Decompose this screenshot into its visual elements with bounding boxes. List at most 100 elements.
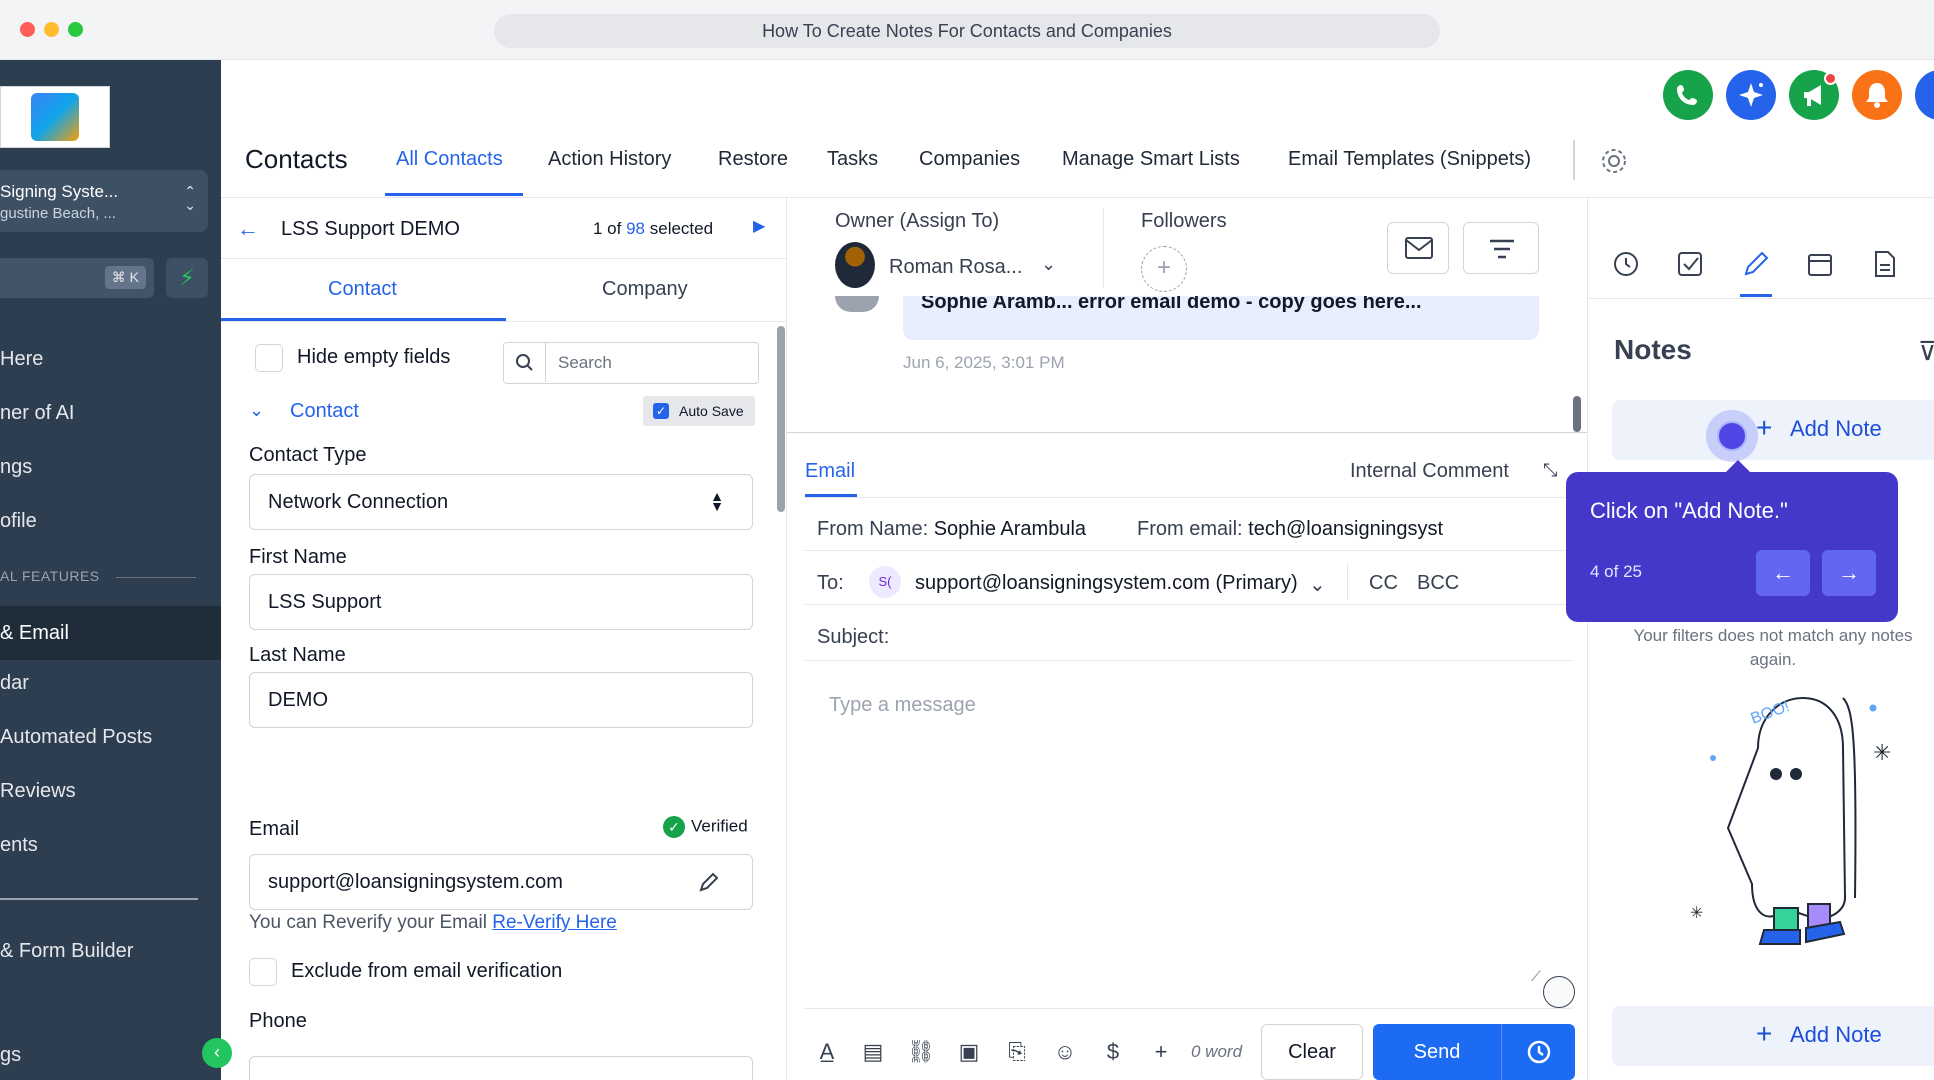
address-bar[interactable]: How To Create Notes For Contacts and Com… xyxy=(494,14,1440,48)
dollar-icon[interactable]: $ xyxy=(1099,1038,1127,1066)
tab-manage-smart-lists[interactable]: Manage Smart Lists xyxy=(1062,148,1240,171)
to-recipient[interactable]: support@loansigningsystem.com (Primary) xyxy=(915,572,1298,595)
resize-handle-icon[interactable]: ⟋ xyxy=(1531,968,1541,985)
sidebar-item-launchpad[interactable]: Here xyxy=(0,348,43,371)
chevron-down-icon[interactable]: ⌄ xyxy=(1041,254,1056,275)
filter-icon[interactable]: ⊽ xyxy=(1918,336,1934,367)
sidebar-item-ai[interactable]: ner of AI xyxy=(0,402,75,425)
subject-label: Subject: xyxy=(817,626,890,648)
autosave-toggle[interactable]: ✓ Auto Save xyxy=(643,396,755,426)
pencil-icon[interactable] xyxy=(696,869,722,895)
sidebar-item-profile[interactable]: ofile xyxy=(0,510,37,533)
section-title-contact[interactable]: Contact xyxy=(290,400,359,423)
message-bubble[interactable]: Sophie Aramb... error email demo - copy … xyxy=(903,296,1539,340)
sidebar-item-settings[interactable]: ngs xyxy=(0,456,32,479)
close-window-button[interactable] xyxy=(20,22,35,37)
document-icon[interactable] xyxy=(1868,248,1900,280)
send-button[interactable]: Send xyxy=(1373,1024,1501,1080)
tour-prev-button[interactable]: ← xyxy=(1756,550,1810,596)
checkbox-checked-icon: ✓ xyxy=(653,403,669,419)
tab-email-templates[interactable]: Email Templates (Snippets) xyxy=(1288,148,1531,171)
megaphone-icon[interactable] xyxy=(1789,70,1839,120)
schedule-send-button[interactable] xyxy=(1501,1024,1575,1080)
hide-empty-checkbox[interactable] xyxy=(255,344,283,372)
last-name-field[interactable]: DEMO xyxy=(249,672,753,728)
gear-icon[interactable] xyxy=(1599,146,1629,176)
sidebar-item-payments[interactable]: ents xyxy=(0,834,38,857)
add-note-button-top[interactable]: + Add Note xyxy=(1612,400,1934,460)
to-label: To: xyxy=(817,572,844,594)
from-name-value[interactable]: Sophie Arambula xyxy=(934,518,1086,540)
plus-icon[interactable]: + xyxy=(1147,1038,1175,1066)
sidebar-item-form-builder[interactable]: & Form Builder xyxy=(0,940,133,963)
emoji-icon[interactable]: ☺ xyxy=(1051,1038,1079,1066)
tour-next-button[interactable]: → xyxy=(1822,550,1876,596)
reverify-link[interactable]: Re-Verify Here xyxy=(492,912,617,933)
field-search-input[interactable]: Search xyxy=(503,342,759,384)
next-record-icon[interactable]: ▶ xyxy=(753,216,765,236)
quick-search-box[interactable]: ⌘ K xyxy=(0,258,154,298)
activity-history-icon[interactable] xyxy=(1610,248,1642,280)
back-arrow-icon[interactable]: ← xyxy=(237,216,259,242)
owner-name[interactable]: Roman Rosa... xyxy=(889,256,1022,279)
sidebar-item-automated-posts[interactable]: Automated Posts xyxy=(0,726,152,749)
assistant-bot-icon[interactable] xyxy=(1543,976,1575,1008)
bell-icon[interactable] xyxy=(1852,70,1902,120)
user-avatar-button[interactable] xyxy=(1915,70,1934,120)
contact-type-select[interactable]: Network Connection ▲ ▼ xyxy=(249,474,753,530)
message-input[interactable]: Type a message xyxy=(829,694,976,717)
maximize-window-button[interactable] xyxy=(68,22,83,37)
notes-pencil-icon[interactable] xyxy=(1740,248,1772,280)
account-switcher[interactable]: Signing Syste... gustine Beach, ... ⌃ ⌄ xyxy=(0,170,208,232)
text-format-icon[interactable]: A̲ xyxy=(813,1038,841,1066)
sidebar-section-label: AL FEATURES xyxy=(0,568,100,584)
exclude-verification-checkbox[interactable] xyxy=(249,958,277,986)
image-icon[interactable]: ▣ xyxy=(955,1038,983,1066)
tab-restore[interactable]: Restore xyxy=(718,148,788,171)
from-email-value[interactable]: tech@loansigningsyst xyxy=(1248,518,1443,540)
email-value: support@loansigningsystem.com xyxy=(268,871,563,893)
tab-action-history[interactable]: Action History xyxy=(548,148,671,171)
email-field[interactable]: support@loansigningsystem.com xyxy=(249,854,753,910)
tab-internal-comment[interactable]: Internal Comment xyxy=(1350,460,1509,483)
task-checkbox-icon[interactable] xyxy=(1674,248,1706,280)
sparkle-icon[interactable] xyxy=(1726,70,1776,120)
calendar-icon[interactable] xyxy=(1804,248,1836,280)
autosave-label: Auto Save xyxy=(679,403,744,419)
chevron-down-icon[interactable]: ⌄ xyxy=(1309,572,1326,597)
sidebar-item-calendar[interactable]: dar xyxy=(0,672,29,695)
add-note-button-bottom[interactable]: + Add Note xyxy=(1612,1006,1934,1066)
clear-button[interactable]: Clear xyxy=(1261,1024,1363,1080)
template-document-icon[interactable]: ▤ xyxy=(859,1038,887,1066)
email-filter-button[interactable] xyxy=(1387,222,1449,274)
tab-tasks[interactable]: Tasks xyxy=(827,148,878,171)
collapse-icon[interactable]: ⤡ xyxy=(1543,460,1557,481)
chevron-down-icon[interactable]: ⌄ xyxy=(249,400,264,421)
panel-scrollbar[interactable] xyxy=(777,326,785,512)
tour-highlight-dot[interactable] xyxy=(1717,421,1747,451)
phone-icon[interactable] xyxy=(1663,70,1713,120)
bcc-button[interactable]: BCC xyxy=(1417,572,1459,595)
minimize-window-button[interactable] xyxy=(44,22,59,37)
tab-company[interactable]: Company xyxy=(602,278,688,301)
company-logo[interactable] xyxy=(0,86,110,148)
first-name-field[interactable]: LSS Support xyxy=(249,574,753,630)
bolt-icon[interactable]: ⚡ xyxy=(166,258,208,298)
phone-field[interactable] xyxy=(249,1056,753,1080)
attachment-icon[interactable]: ⎘ xyxy=(1003,1038,1031,1066)
sidebar-item-settings-bottom[interactable]: gs xyxy=(0,1044,21,1067)
tab-all-contacts[interactable]: All Contacts xyxy=(396,148,503,171)
conversation-scrollbar[interactable] xyxy=(1573,396,1581,432)
sidebar-item-reviews[interactable]: Reviews xyxy=(0,780,76,803)
add-follower-button[interactable]: + xyxy=(1141,246,1187,292)
tab-contact[interactable]: Contact xyxy=(328,278,397,301)
sidebar-item-email[interactable]: & Email xyxy=(0,606,221,660)
cc-button[interactable]: CC xyxy=(1369,572,1398,595)
pager-count[interactable]: 98 xyxy=(626,219,645,238)
tab-email[interactable]: Email xyxy=(805,460,855,483)
filter-button[interactable] xyxy=(1463,222,1539,274)
sidebar-collapse-button[interactable]: ‹ xyxy=(202,1038,232,1068)
tab-companies[interactable]: Companies xyxy=(919,148,1020,171)
link-icon[interactable]: ⛓ xyxy=(907,1038,935,1066)
notes-panel: Notes ⊽ + Add Note Your filters does not… xyxy=(1587,198,1934,1080)
